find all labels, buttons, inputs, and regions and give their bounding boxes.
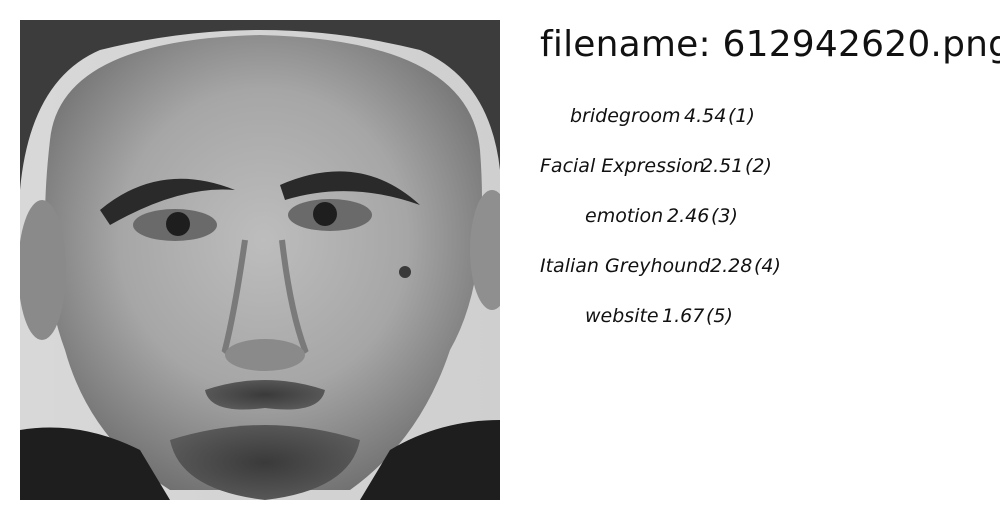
tag-label-1: bridegroom <box>570 105 681 127</box>
tag-list: bridegroom 4.54 (1) Facial Expression 2.… <box>540 96 980 346</box>
tag-rank-1: (1) <box>728 105 755 127</box>
face-photo-drawing <box>20 20 500 500</box>
tag-row-5: website 1.67 (5) <box>540 296 980 346</box>
tag-label-4: Italian Greyhound <box>540 255 711 277</box>
tag-row-3: emotion 2.46 (3) <box>540 196 980 246</box>
tag-rank-5: (5) <box>706 305 733 327</box>
tag-rank-4: (4) <box>754 255 781 277</box>
tag-label-2: Facial Expression <box>540 155 705 177</box>
tag-row-1: bridegroom 4.54 (1) <box>540 96 980 146</box>
tag-label-5: website <box>585 305 659 327</box>
filename-label: filename: 612942620.png <box>540 24 1000 65</box>
tag-label-3: emotion <box>585 205 664 227</box>
tag-score-3: 2.46 <box>667 205 710 227</box>
tag-score-4: 2.28 <box>710 255 753 277</box>
tag-score-1: 4.54 <box>684 105 727 127</box>
tag-score-5: 1.67 <box>662 305 705 327</box>
tag-rank-3: (3) <box>711 205 738 227</box>
tag-row-2: Facial Expression 2.51 (2) <box>540 146 980 196</box>
tag-row-4: Italian Greyhound 2.28 (4) <box>540 246 980 296</box>
tag-rank-2: (2) <box>745 155 772 177</box>
tag-score-2: 2.51 <box>701 155 744 177</box>
face-photo <box>20 20 500 500</box>
